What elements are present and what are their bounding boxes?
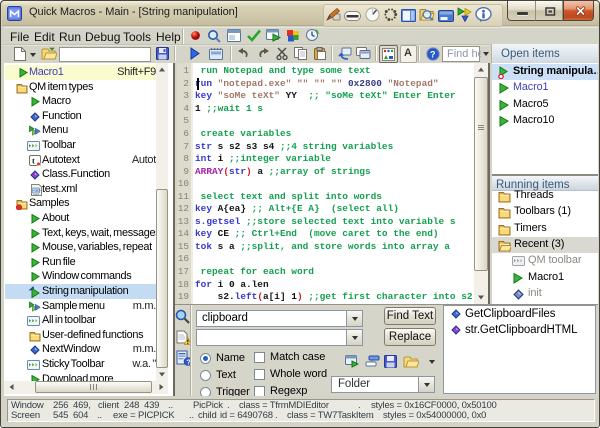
svg-text:?: ? [430, 50, 436, 60]
svg-text:<e>: <e> [33, 188, 41, 194]
